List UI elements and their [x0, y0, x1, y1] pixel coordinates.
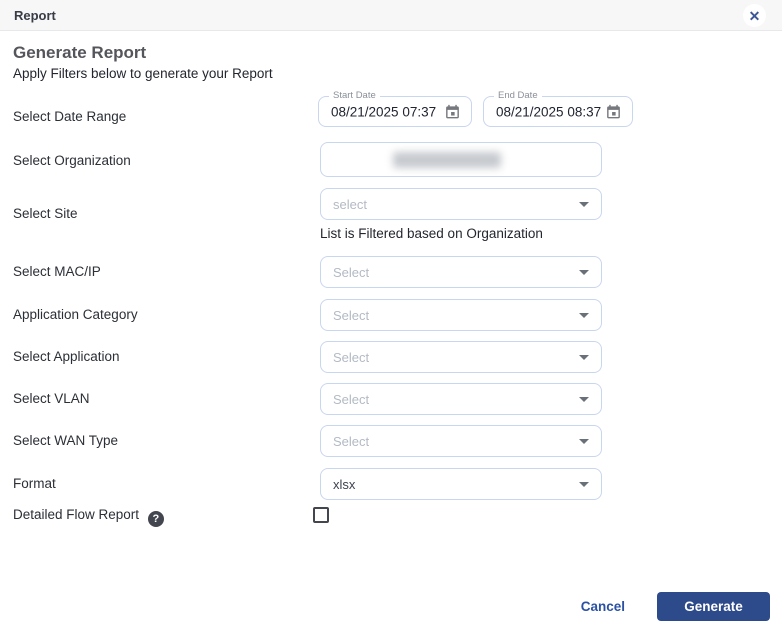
- chevron-down-icon: [579, 482, 589, 487]
- wan-type-select-placeholder: Select: [333, 434, 579, 449]
- application-select-placeholder: Select: [333, 350, 579, 365]
- start-date-field[interactable]: Start Date 08/21/2025 07:37: [318, 96, 472, 127]
- organization-input[interactable]: [320, 142, 602, 177]
- wan-type-select[interactable]: Select: [320, 425, 602, 457]
- site-select[interactable]: select: [320, 188, 602, 220]
- mac-ip-select-placeholder: Select: [333, 265, 579, 280]
- chevron-down-icon: [579, 355, 589, 360]
- organization-label: Select Organization: [13, 153, 131, 168]
- site-select-placeholder: select: [333, 197, 579, 212]
- vlan-select-placeholder: Select: [333, 392, 579, 407]
- application-category-select-placeholder: Select: [333, 308, 579, 323]
- vlan-select[interactable]: Select: [320, 383, 602, 415]
- close-icon[interactable]: ✕: [743, 4, 766, 27]
- question-mark-icon[interactable]: ?: [148, 511, 164, 527]
- site-label: Select Site: [13, 206, 78, 221]
- format-label: Format: [13, 476, 56, 491]
- page-subtitle: Apply Filters below to generate your Rep…: [13, 66, 273, 81]
- detailed-flow-report-label-text: Detailed Flow Report: [13, 507, 139, 522]
- application-category-select[interactable]: Select: [320, 299, 602, 331]
- wan-type-label: Select WAN Type: [13, 433, 118, 448]
- end-date-float-label: End Date: [494, 90, 542, 101]
- page-title: Generate Report: [13, 43, 146, 63]
- generate-report-dialog: Report ✕ Generate Report Apply Filters b…: [0, 0, 782, 625]
- chevron-down-icon: [579, 313, 589, 318]
- mac-ip-label: Select MAC/IP: [13, 264, 101, 279]
- dialog-header: Report ✕: [0, 0, 782, 31]
- detailed-flow-report-checkbox[interactable]: [313, 507, 329, 523]
- chevron-down-icon: [579, 202, 589, 207]
- chevron-down-icon: [579, 397, 589, 402]
- calendar-icon[interactable]: [605, 103, 622, 120]
- vlan-label: Select VLAN: [13, 391, 90, 406]
- cancel-button[interactable]: Cancel: [581, 599, 625, 614]
- detailed-flow-report-label: Detailed Flow Report ?: [13, 507, 164, 527]
- application-category-label: Application Category: [13, 307, 138, 322]
- application-select[interactable]: Select: [320, 341, 602, 373]
- calendar-icon[interactable]: [444, 103, 461, 120]
- site-helper-text: List is Filtered based on Organization: [320, 226, 543, 241]
- end-date-field[interactable]: End Date 08/21/2025 08:37: [483, 96, 633, 127]
- date-range-label: Select Date Range: [13, 109, 126, 124]
- chevron-down-icon: [579, 270, 589, 275]
- start-date-float-label: Start Date: [329, 90, 380, 101]
- organization-value-redacted: [393, 152, 501, 168]
- application-label: Select Application: [13, 349, 120, 364]
- mac-ip-select[interactable]: Select: [320, 256, 602, 288]
- start-date-value[interactable]: 08/21/2025 07:37: [331, 104, 436, 119]
- chevron-down-icon: [579, 439, 589, 444]
- end-date-value[interactable]: 08/21/2025 08:37: [496, 104, 601, 119]
- dialog-title: Report: [14, 8, 56, 23]
- format-select-value: xlsx: [333, 477, 579, 492]
- format-select[interactable]: xlsx: [320, 468, 602, 500]
- generate-button[interactable]: Generate: [657, 592, 770, 621]
